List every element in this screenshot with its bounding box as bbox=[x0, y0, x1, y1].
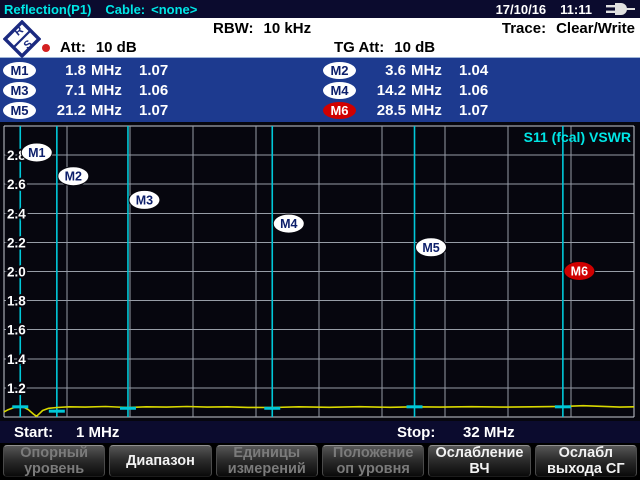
softkey-range[interactable]: Диапазон bbox=[109, 445, 211, 477]
marker-table-left-column: M1 1.8 MHz 1.07 M3 7.1 MHz 1.06 M5 21.2 … bbox=[0, 58, 320, 122]
y-axis-tick-label: 2.4 bbox=[7, 206, 26, 221]
start-value: 1 MHz bbox=[76, 424, 119, 441]
marker-badge-m6: M6 bbox=[323, 102, 356, 119]
trace-mode-field: Trace: Clear/Write bbox=[502, 20, 635, 37]
softkey-ref-position[interactable]: Положение оп уровня bbox=[322, 445, 424, 477]
marker-trace-tick-m5 bbox=[407, 405, 423, 408]
att-label: Att: bbox=[60, 39, 86, 56]
start-label: Start: bbox=[14, 424, 53, 441]
marker-trace-tick-m4 bbox=[264, 407, 280, 410]
marker-badge-m2: M2 bbox=[323, 62, 356, 79]
marker-unit-m2: MHz bbox=[411, 62, 445, 79]
marker-badge-m3: M3 bbox=[3, 82, 36, 99]
marker-freq-m3: 7.1 bbox=[36, 82, 86, 99]
marker-row-m1: M1 1.8 MHz 1.07 bbox=[0, 60, 320, 80]
cable-label: Cable: bbox=[105, 2, 145, 17]
marker-row-m2: M2 3.6 MHz 1.04 bbox=[320, 60, 640, 80]
marker-table-right-column: M2 3.6 MHz 1.04 M4 14.2 MHz 1.06 M6 28.5… bbox=[320, 58, 640, 122]
rbw-value: 10 kHz bbox=[264, 20, 312, 37]
marker-row-m3: M3 7.1 MHz 1.06 bbox=[0, 80, 320, 100]
stop-value: 32 MHz bbox=[463, 424, 515, 441]
y-axis-tick-label: 1.4 bbox=[7, 352, 26, 367]
marker-value-m6: 1.07 bbox=[459, 102, 488, 119]
softkey-reference-level[interactable]: Опорный уровень bbox=[3, 445, 105, 477]
marker-unit-m4: MHz bbox=[411, 82, 445, 99]
marker-badge-label-m3: M3 bbox=[136, 193, 153, 207]
marker-value-m4: 1.06 bbox=[459, 82, 488, 99]
cable-value: <none> bbox=[151, 2, 197, 17]
trace-mode-label: Trace: bbox=[502, 20, 546, 37]
att-value: 10 dB bbox=[96, 39, 137, 56]
frequency-range-bar: Start: 1 MHz Stop: 32 MHz bbox=[0, 421, 640, 443]
measurement-header: R S RBW: 10 kHz Trace: Clear/Write Att: … bbox=[0, 18, 640, 58]
marker-trace-tick-m1 bbox=[12, 405, 28, 408]
marker-value-m3: 1.06 bbox=[139, 82, 168, 99]
marker-badge-label-m1: M1 bbox=[28, 146, 45, 160]
softkey-rf-attenuation[interactable]: Ослабление ВЧ bbox=[428, 445, 530, 477]
marker-trace-tick-m3 bbox=[120, 407, 136, 410]
marker-unit-m5: MHz bbox=[91, 102, 125, 119]
marker-freq-m1: 1.8 bbox=[36, 62, 86, 79]
graph-canvas: 2.82.62.42.22.01.81.61.41.2M1M2M3M4M5M6 bbox=[0, 122, 640, 421]
marker-unit-m3: MHz bbox=[91, 82, 125, 99]
rbw-label: RBW: bbox=[213, 20, 254, 37]
rohde-schwarz-logo-icon: R S bbox=[3, 20, 41, 62]
marker-badge-m4: M4 bbox=[323, 82, 356, 99]
marker-trace-tick-m6 bbox=[555, 405, 571, 408]
marker-freq-m2: 3.6 bbox=[356, 62, 406, 79]
marker-value-m1: 1.07 bbox=[139, 62, 168, 79]
marker-badge-label-m4: M4 bbox=[280, 217, 297, 231]
red-dot-icon bbox=[42, 44, 50, 52]
marker-freq-m6: 28.5 bbox=[356, 102, 406, 119]
date-value: 17/10/16 bbox=[496, 2, 547, 17]
y-axis-tick-label: 1.2 bbox=[7, 381, 26, 396]
marker-unit-m1: MHz bbox=[91, 62, 125, 79]
y-axis-tick-label: 1.8 bbox=[7, 294, 26, 309]
tg-att-value: 10 dB bbox=[394, 39, 435, 56]
mode-title: Reflection(P1) bbox=[4, 2, 91, 17]
tg-att-label: TG Att: bbox=[334, 39, 384, 56]
vswr-graph: 2.82.62.42.22.01.81.61.41.2M1M2M3M4M5M6 … bbox=[0, 122, 640, 421]
marker-freq-m4: 14.2 bbox=[356, 82, 406, 99]
time-value: 11:11 bbox=[560, 2, 592, 17]
marker-badge-label-m5: M5 bbox=[422, 241, 439, 255]
marker-badge-label-m2: M2 bbox=[65, 170, 82, 184]
marker-badge-m5: M5 bbox=[3, 102, 36, 119]
marker-badge-label-m6: M6 bbox=[571, 265, 588, 279]
y-axis-tick-label: 2.2 bbox=[7, 235, 26, 250]
marker-value-m5: 1.07 bbox=[139, 102, 168, 119]
ac-plug-icon bbox=[606, 2, 636, 16]
softkey-units[interactable]: Единицы измерений bbox=[216, 445, 318, 477]
analyzer-screen: Reflection(P1) Cable: <none> 17/10/16 11… bbox=[0, 0, 640, 480]
marker-row-m6: M6 28.5 MHz 1.07 bbox=[320, 100, 640, 120]
y-axis-tick-label: 2.6 bbox=[7, 177, 26, 192]
marker-table: M1 1.8 MHz 1.07 M3 7.1 MHz 1.06 M5 21.2 … bbox=[0, 58, 640, 122]
rbw-field: RBW: 10 kHz bbox=[213, 20, 311, 37]
softkey-bar: Опорный уровень Диапазон Единицы измерен… bbox=[0, 443, 640, 480]
marker-unit-m6: MHz bbox=[411, 102, 445, 119]
stop-label: Stop: bbox=[397, 424, 435, 441]
y-axis-tick-label: 1.6 bbox=[7, 323, 26, 338]
top-status-bar: Reflection(P1) Cable: <none> 17/10/16 11… bbox=[0, 0, 640, 18]
trace-mode-value: Clear/Write bbox=[556, 20, 635, 37]
att-field: Att: 10 dB bbox=[42, 39, 137, 56]
softkey-tg-output-att[interactable]: Ослабл выхода СГ bbox=[535, 445, 637, 477]
marker-value-m2: 1.04 bbox=[459, 62, 488, 79]
marker-trace-tick-m2 bbox=[49, 410, 65, 413]
marker-badge-m1: M1 bbox=[3, 62, 36, 79]
marker-row-m5: M5 21.2 MHz 1.07 bbox=[0, 100, 320, 120]
marker-row-m4: M4 14.2 MHz 1.06 bbox=[320, 80, 640, 100]
tg-att-field: TG Att: 10 dB bbox=[334, 39, 435, 56]
marker-freq-m5: 21.2 bbox=[36, 102, 86, 119]
trace-title: S11 (fcal) VSWR bbox=[524, 129, 631, 145]
y-axis-tick-label: 2.0 bbox=[7, 265, 26, 280]
